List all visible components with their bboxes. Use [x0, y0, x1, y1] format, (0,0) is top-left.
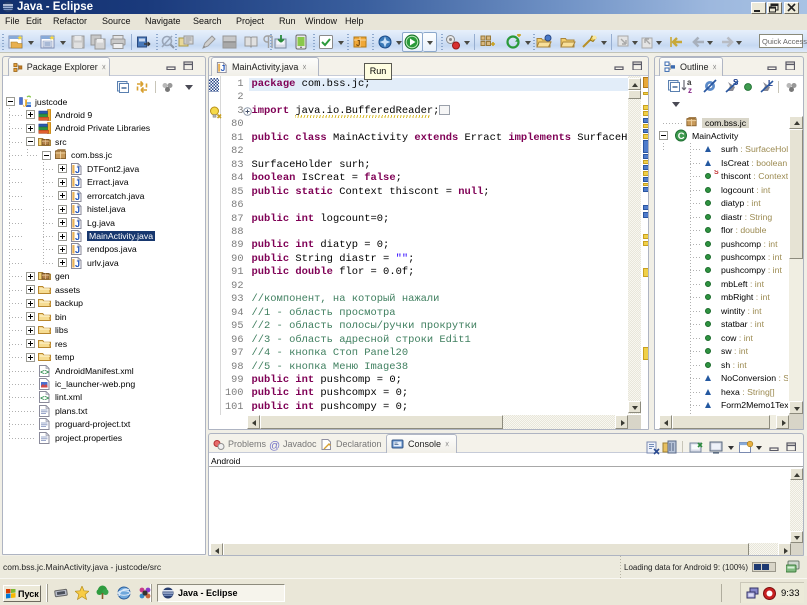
svg-text:J: J [356, 39, 360, 48]
svg-text:@: @ [269, 440, 280, 451]
svg-text:z: z [688, 86, 692, 94]
